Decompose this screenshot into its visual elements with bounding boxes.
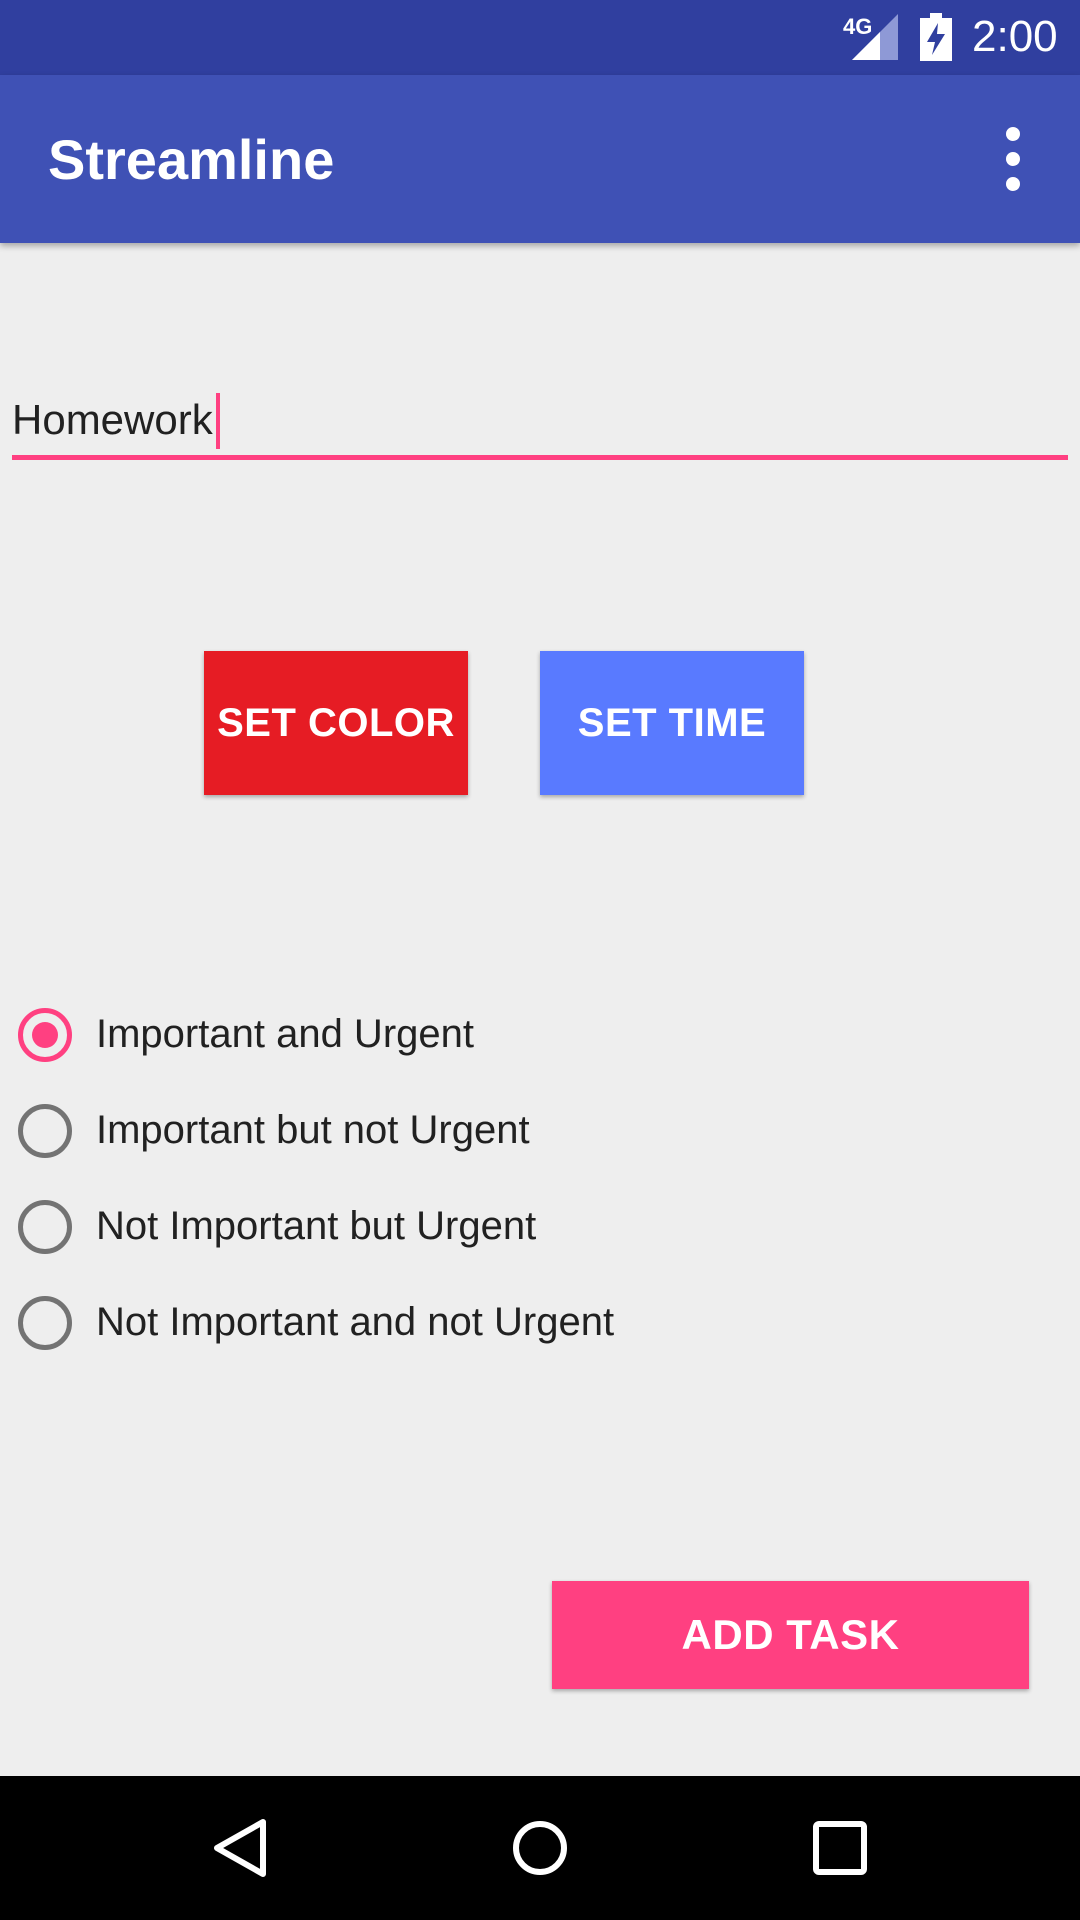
radio-option-important-urgent[interactable]: Important and Urgent [0,990,800,1086]
radio-option-not-important-not-urgent[interactable]: Not Important and not Urgent [0,1278,800,1374]
radio-option-important-not-urgent[interactable]: Important but not Urgent [0,1086,800,1182]
home-icon[interactable] [508,1816,572,1880]
text-cursor [216,393,220,449]
task-name-field[interactable] [12,385,1068,461]
input-underline [12,455,1068,460]
radio-label: Important but not Urgent [96,1108,530,1152]
signal-icon [852,14,898,60]
task-name-input[interactable] [12,385,1068,455]
radio-label: Not Important and not Urgent [96,1300,615,1344]
app-bar: Streamline [0,75,1080,243]
battery-charging-icon [920,13,952,61]
status-bar: 4G 2:00 [0,0,1080,75]
back-icon[interactable] [209,1816,273,1880]
clock: 2:00 [972,12,1058,61]
radio-button[interactable] [18,1104,72,1158]
radio-label: Not Important but Urgent [96,1204,537,1248]
recents-icon[interactable] [808,1816,872,1880]
add-task-button[interactable]: ADD TASK [552,1581,1029,1689]
app-title: Streamline [48,128,335,191]
radio-button[interactable] [18,1200,72,1254]
radio-button[interactable] [18,1296,72,1350]
radio-label: Important and Urgent [96,1012,474,1056]
set-time-button[interactable]: SET TIME [540,651,804,795]
radio-option-not-important-urgent[interactable]: Not Important but Urgent [0,1182,800,1278]
more-vert-icon[interactable] [993,127,1033,191]
navigation-bar [0,1776,1080,1920]
radio-button-checked[interactable] [18,1008,72,1062]
set-color-button[interactable]: SET COLOR [204,651,468,795]
